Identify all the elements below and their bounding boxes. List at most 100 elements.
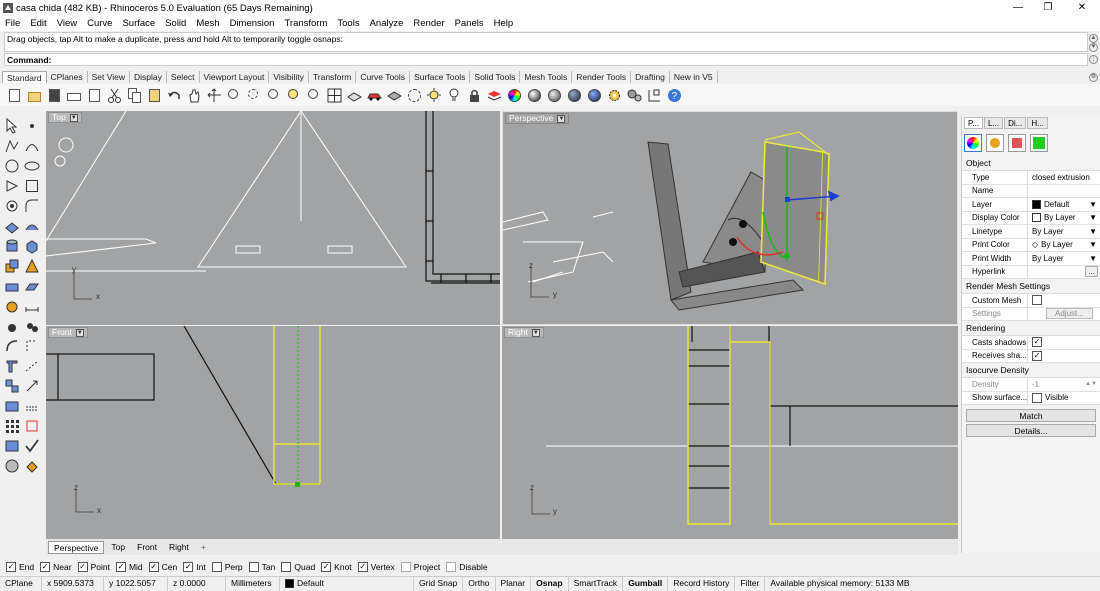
menu-dimension[interactable]: Dimension	[225, 18, 280, 29]
osnap-cen-checkbox[interactable]: ✓	[148, 561, 159, 572]
osnap-vertex-checkbox[interactable]: ✓	[357, 561, 368, 572]
tab-solid-tools[interactable]: Solid Tools	[470, 71, 521, 83]
history-scroll-down-icon[interactable]: ▼	[1089, 43, 1098, 52]
gears-icon[interactable]	[626, 87, 643, 104]
menu-file[interactable]: File	[0, 18, 25, 29]
light-icon[interactable]	[426, 87, 443, 104]
toolbar-options-icon[interactable]: ⚙	[1089, 73, 1098, 82]
chevron-down-icon[interactable]: ▼	[1089, 254, 1097, 263]
chevron-down-icon[interactable]: ▼	[1089, 227, 1097, 236]
hyperlink-browse-button[interactable]: ...	[1085, 266, 1098, 278]
tab-help[interactable]: H...	[1027, 117, 1048, 129]
status-record-history[interactable]: Record History	[668, 576, 736, 591]
open-folder-icon[interactable]	[26, 87, 43, 104]
boolean-union-icon[interactable]	[4, 258, 20, 274]
tab-visibility[interactable]: Visibility	[269, 71, 309, 83]
move-icon[interactable]	[24, 318, 40, 334]
array-icon[interactable]	[4, 398, 20, 414]
zoom-icon[interactable]	[226, 87, 243, 104]
transform-icon[interactable]	[4, 318, 20, 334]
dropdown-arrow-icon[interactable]: ▼	[531, 328, 540, 337]
undo-view-icon[interactable]	[306, 87, 323, 104]
osnap-knot-checkbox[interactable]: ✓	[321, 561, 332, 572]
car-render-icon[interactable]	[366, 87, 383, 104]
status-osnap[interactable]: Osnap	[531, 576, 569, 591]
viewport-perspective[interactable]: z y Perspective ▼	[502, 111, 958, 325]
prop-print-width-select[interactable]: By Layer ▼	[1028, 252, 1100, 266]
osnap-point[interactable]: ✓ Point	[77, 561, 110, 572]
visible-checkbox[interactable]	[1032, 392, 1042, 403]
prop-row-linetype[interactable]: Linetype By Layer ▼	[962, 224, 1100, 239]
show-objects-icon[interactable]	[346, 87, 363, 104]
lock-icon[interactable]	[466, 87, 483, 104]
trim-icon[interactable]	[4, 358, 20, 374]
dropdown-arrow-icon[interactable]: ▼	[75, 328, 84, 337]
viewport-label-perspective[interactable]: Perspective ▼	[505, 113, 570, 124]
array-polar-icon[interactable]	[24, 398, 40, 414]
menu-view[interactable]: View	[52, 18, 82, 29]
environment-sphere-icon[interactable]	[566, 87, 583, 104]
adjust-button[interactable]: Adjust...	[1046, 308, 1093, 320]
tab-select[interactable]: Select	[167, 71, 200, 83]
osnap-tan[interactable]: Tan	[248, 561, 275, 572]
boolean-difference-icon[interactable]	[24, 258, 40, 274]
save-icon[interactable]	[46, 87, 63, 104]
import-icon[interactable]	[86, 87, 103, 104]
tab-transform[interactable]: Transform	[309, 71, 357, 83]
menu-curve[interactable]: Curve	[82, 18, 117, 29]
close-button[interactable]: ✕	[1066, 0, 1098, 16]
tab-right[interactable]: Right	[164, 541, 194, 554]
prop-row-layer[interactable]: Layer Default ▼	[962, 197, 1100, 212]
osnap-end[interactable]: ✓ End	[6, 561, 34, 572]
osnap-tan-checkbox[interactable]	[248, 561, 259, 572]
prop-linetype-select[interactable]: By Layer ▼	[1028, 225, 1100, 239]
tab-layers[interactable]: L...	[983, 117, 1004, 129]
analyze-icon[interactable]	[4, 298, 20, 314]
offset-icon[interactable]	[4, 198, 20, 214]
custom-mesh-checkbox[interactable]	[1032, 295, 1042, 306]
osnap-project-checkbox[interactable]	[400, 561, 411, 572]
surface-icon[interactable]	[4, 218, 20, 234]
rotate-view-icon[interactable]	[206, 87, 223, 104]
status-gumball[interactable]: Gumball	[623, 576, 669, 591]
viewport-front[interactable]: z x Front ▼	[46, 326, 500, 540]
history-scroll-up-icon[interactable]: ▲	[1089, 34, 1098, 43]
prop-hyperlink-input[interactable]: ...	[1028, 265, 1100, 279]
menu-tools[interactable]: Tools	[332, 18, 364, 29]
tab-front[interactable]: Front	[132, 541, 162, 554]
layer-icon[interactable]	[486, 87, 503, 104]
render-preview-icon[interactable]	[4, 458, 20, 474]
prop-name-input[interactable]	[1028, 184, 1100, 198]
viewport-label-right[interactable]: Right ▼	[504, 327, 544, 338]
minimize-button[interactable]: —	[1002, 0, 1034, 16]
status-planar[interactable]: Planar	[496, 576, 532, 591]
mesh-icon[interactable]	[4, 278, 20, 294]
viewport-top[interactable]: y x Top ▼	[46, 111, 500, 325]
copy-icon[interactable]	[126, 87, 143, 104]
material-icon[interactable]	[986, 134, 1004, 152]
tab-cplanes[interactable]: CPlanes	[47, 71, 88, 83]
bounding-icon[interactable]	[24, 418, 40, 434]
viewport-label-top[interactable]: Top ▼	[48, 112, 82, 123]
options-gear-icon[interactable]	[606, 87, 623, 104]
menu-mesh[interactable]: Mesh	[191, 18, 224, 29]
menu-panels[interactable]: Panels	[450, 18, 489, 29]
osnap-knot[interactable]: ✓ Knot	[321, 561, 352, 572]
menu-analyze[interactable]: Analyze	[365, 18, 409, 29]
dimension-icon[interactable]	[24, 298, 40, 314]
osnap-disable[interactable]: Disable	[446, 561, 488, 572]
status-units[interactable]: Millimeters	[226, 576, 280, 591]
tab-curve-tools[interactable]: Curve Tools	[356, 71, 411, 83]
undo-icon[interactable]	[166, 87, 183, 104]
loft-icon[interactable]	[24, 218, 40, 234]
osnap-point-checkbox[interactable]: ✓	[77, 561, 88, 572]
polygon-icon[interactable]	[4, 178, 20, 194]
status-cplane[interactable]: CPlane	[0, 576, 42, 591]
split-icon[interactable]	[24, 358, 40, 374]
fillet-icon[interactable]	[24, 198, 40, 214]
tab-mesh-tools[interactable]: Mesh Tools	[520, 71, 573, 83]
object-properties-icon[interactable]	[964, 134, 982, 152]
osnap-disable-checkbox[interactable]	[446, 561, 457, 572]
status-ortho[interactable]: Ortho	[463, 576, 496, 591]
osnap-mid[interactable]: ✓ Mid	[115, 561, 143, 572]
